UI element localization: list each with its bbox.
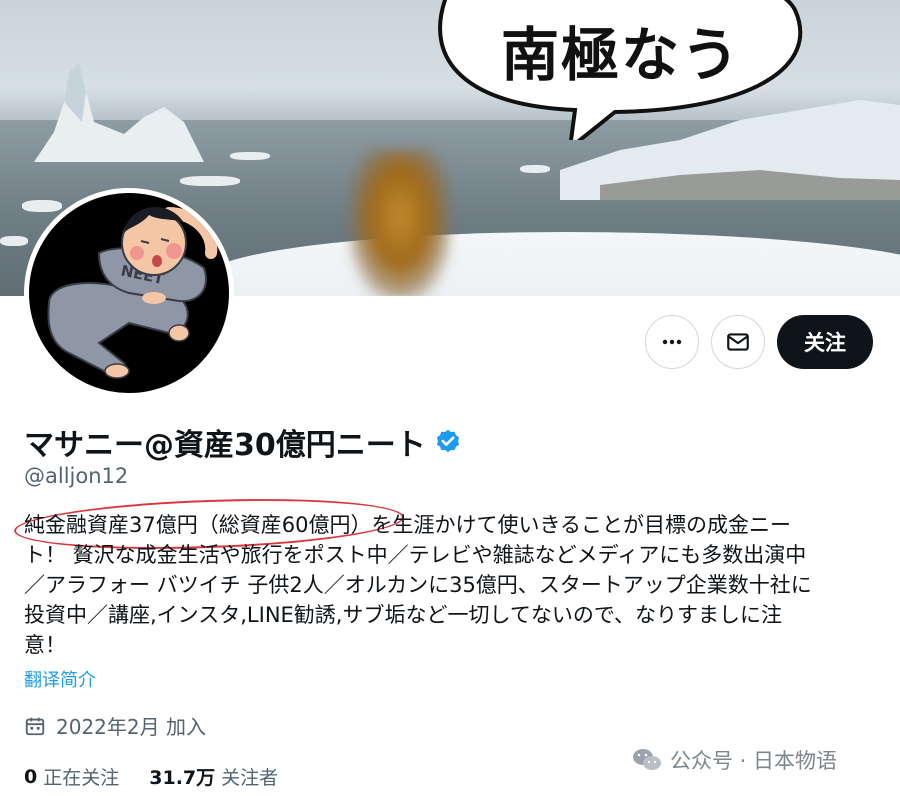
avatar-image: NEET	[29, 193, 229, 393]
joined-text: 2022年2月 加入	[56, 715, 206, 739]
blurred-person	[350, 150, 450, 296]
more-horizontal-icon	[662, 339, 682, 345]
ice-floe	[520, 165, 550, 173]
ice-floe	[0, 236, 28, 246]
follow-stats: 0 正在关注 31.7万 关注者	[24, 763, 308, 790]
bio-line: 純金融資産37億円（総資産60億円）を生涯かけて使いきることが目標の成金ニー	[24, 513, 792, 537]
followers-link[interactable]: 31.7万 关注者	[149, 763, 278, 790]
watermark: 公众号 · 日本物语	[632, 745, 837, 775]
more-options-button[interactable]	[645, 315, 699, 369]
wechat-icon	[633, 749, 661, 770]
follow-button[interactable]: 关注	[777, 315, 873, 369]
following-count: 0	[24, 765, 38, 788]
ice-floe	[180, 176, 240, 186]
avatar[interactable]: NEET	[24, 188, 234, 398]
watermark-text: 公众号 · 日本物语	[670, 749, 838, 773]
user-handle: @alljon12	[24, 464, 129, 488]
bio-line: ト！ 贅沢な成金生活や旅行をポスト中／テレビや雑誌などメディアにも多数出演中	[24, 543, 807, 567]
ice-floe	[230, 152, 270, 160]
followers-count: 31.7万	[149, 767, 216, 789]
bio: 純金融資産37億円（総資産60億円）を生涯かけて使いきることが目標の成金ニー ト…	[24, 510, 874, 660]
followers-label: 关注者	[221, 767, 279, 789]
message-button[interactable]	[711, 315, 765, 369]
verified-badge-icon[interactable]	[434, 428, 462, 456]
banner-iceberg	[34, 62, 204, 162]
ice-floe	[22, 200, 62, 212]
bio-line: 投資中／講座,インスタ,LINE勧誘,サブ垢など一切してないので、なりすましに注	[24, 603, 783, 627]
calendar-icon	[25, 717, 45, 735]
display-name: マサニー@資産30億円ニート	[24, 420, 462, 464]
speech-bubble-text: 南極なう	[500, 21, 741, 89]
following-label: 正在关注	[43, 767, 120, 789]
bio-line: 意！	[24, 633, 66, 657]
joined-date: 2022年2月 加入	[24, 711, 206, 740]
neet-illustration: NEET	[47, 206, 218, 379]
envelope-icon	[727, 333, 749, 351]
following-link[interactable]: 0 正在关注	[24, 763, 119, 790]
bio-line: ／アラフォー バツイチ 子供2人／オルカンに35億円、スタートアップ企業数十社に	[24, 573, 812, 597]
display-name-text: マサニー@資産30億円ニート	[24, 428, 426, 463]
translate-bio-link[interactable]: 翻译简介	[24, 666, 96, 692]
